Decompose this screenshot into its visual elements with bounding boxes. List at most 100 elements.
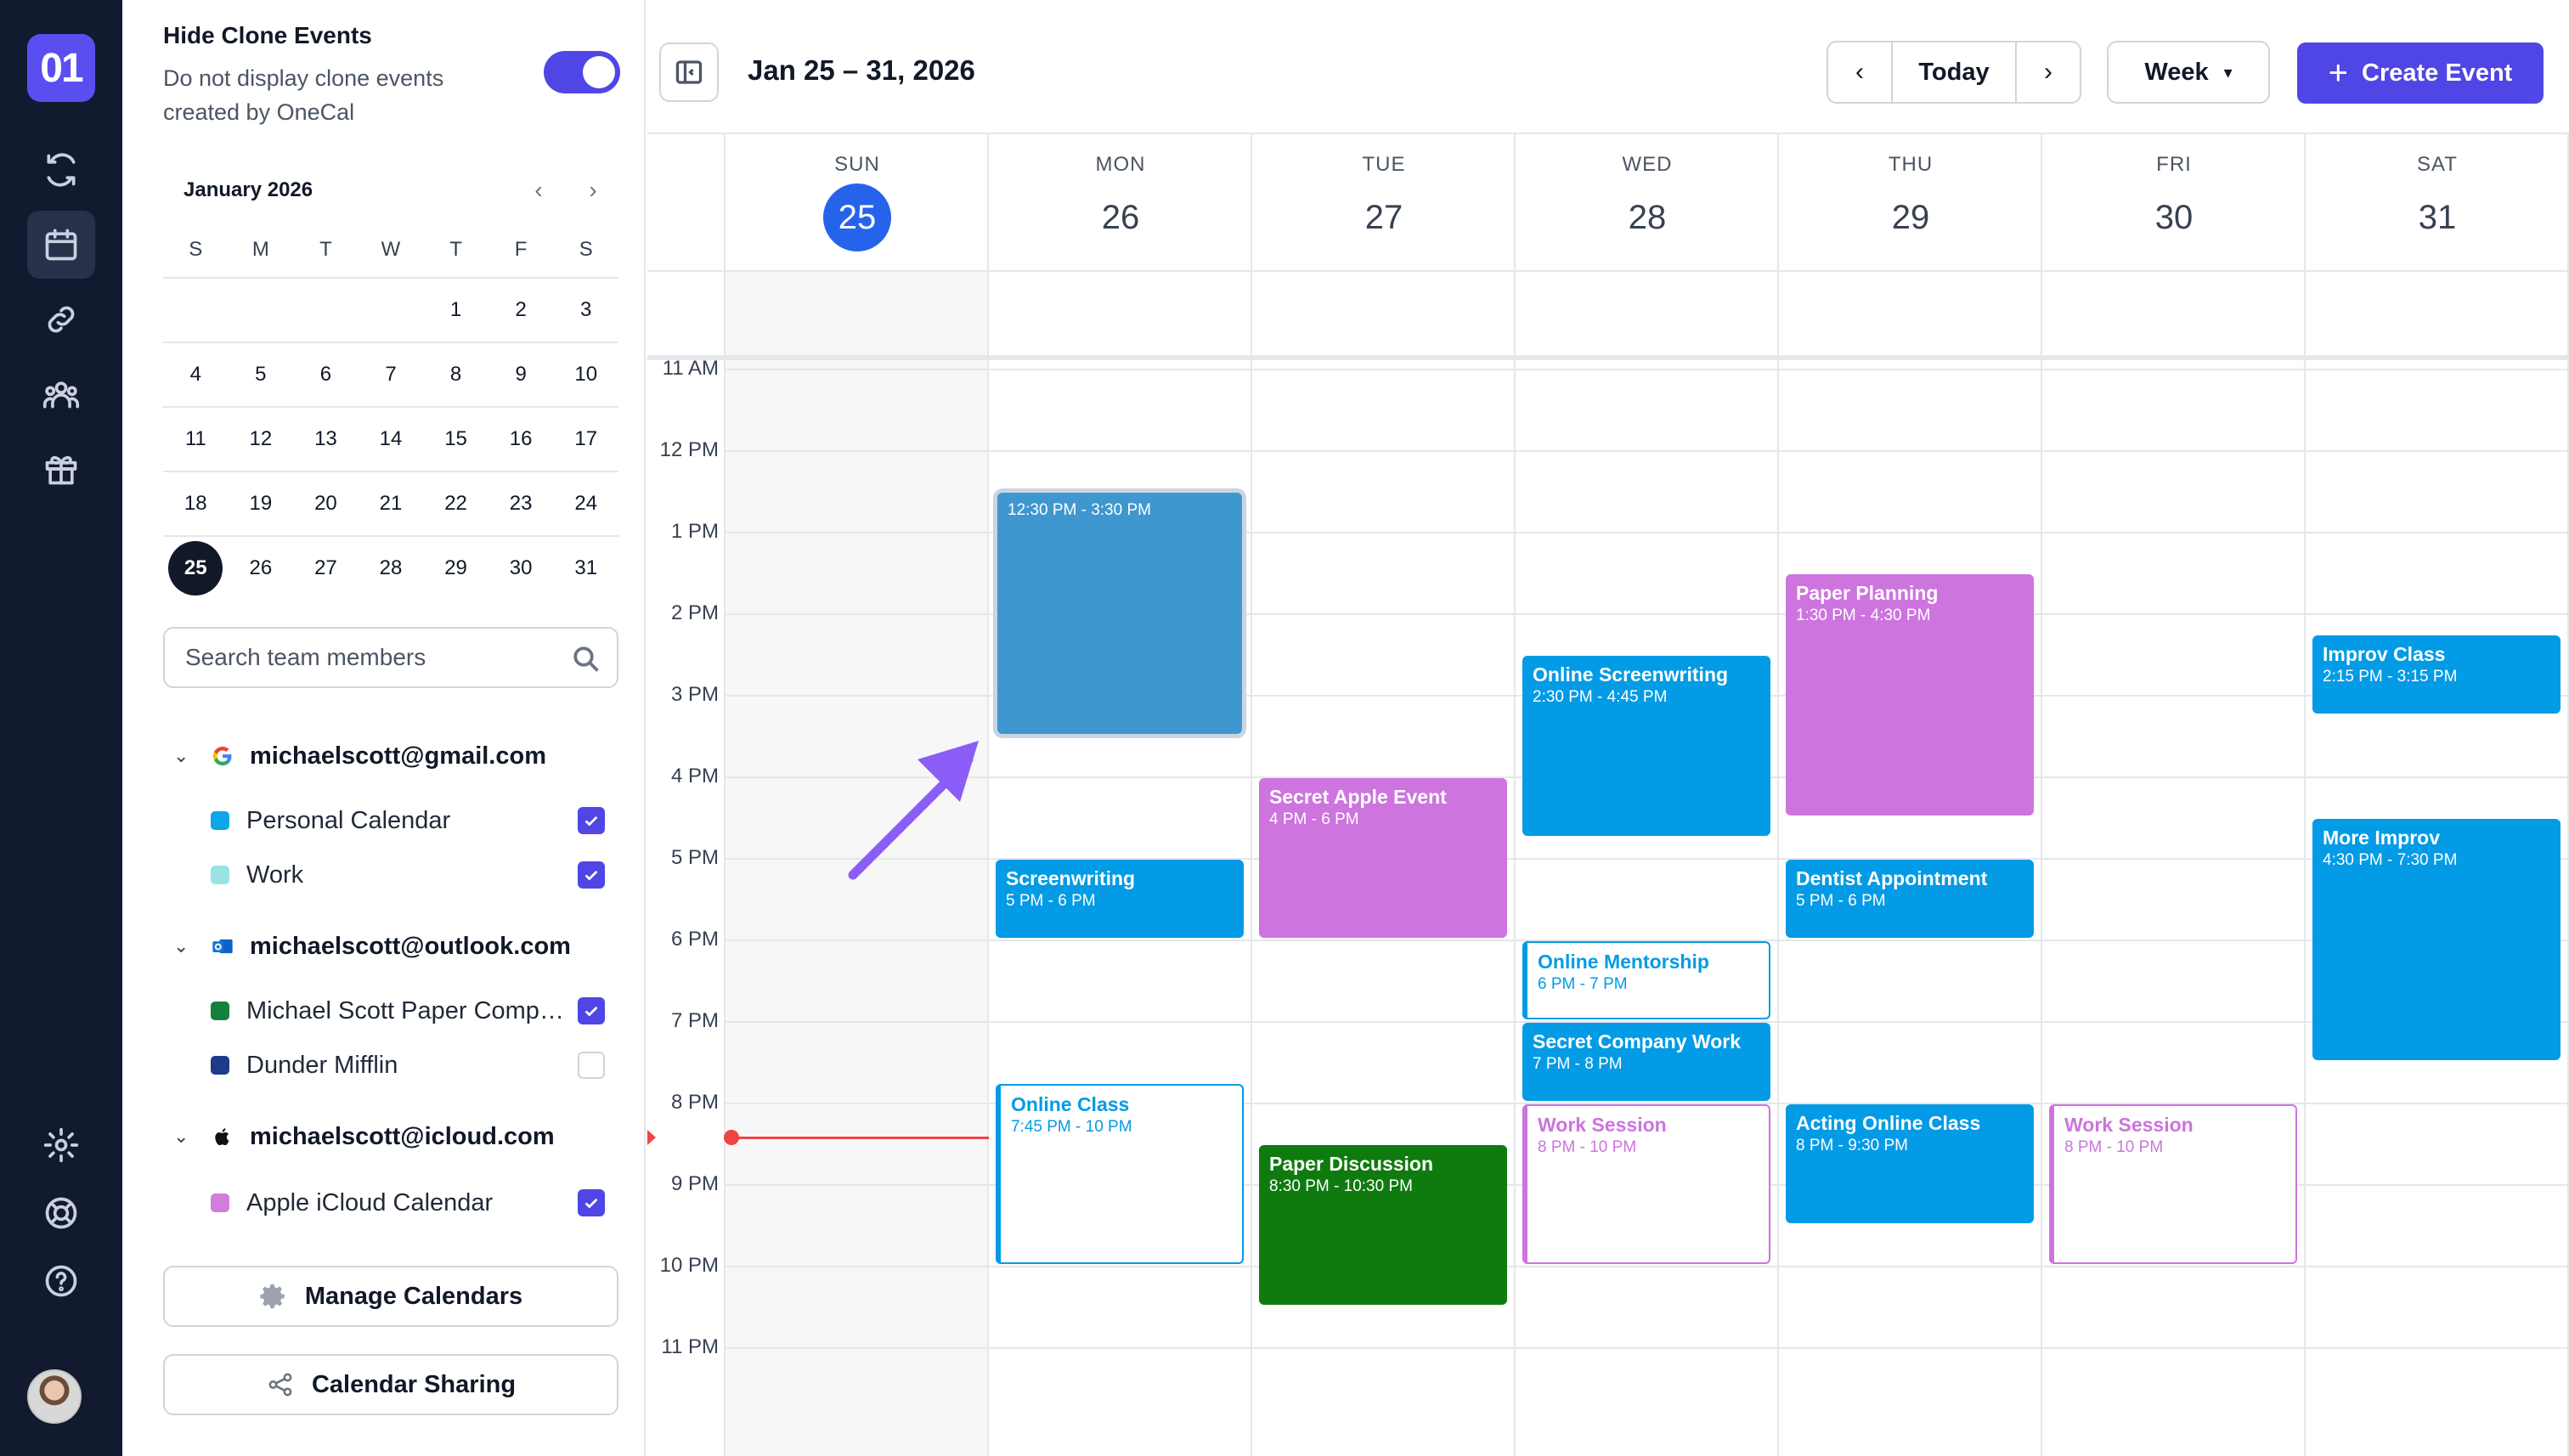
mini-calendar-day[interactable]: 26 — [229, 537, 294, 600]
settings-nav-button[interactable] — [27, 1111, 95, 1179]
mini-calendar-day[interactable]: 21 — [359, 472, 424, 535]
mini-calendar-day[interactable]: 17 — [553, 408, 618, 471]
event-title: Dentist Appointment — [1796, 867, 1988, 889]
chevron-down-icon[interactable]: ⌄ — [173, 1126, 200, 1148]
calendar-event[interactable]: Secret Company Work 7 PM - 8 PM — [1522, 1023, 1770, 1101]
calendar-checkbox[interactable] — [578, 861, 605, 889]
event-time: 2:15 PM - 3:15 PM — [2323, 668, 2458, 686]
mini-calendar-day[interactable]: 24 — [553, 472, 618, 535]
team-nav-button[interactable] — [27, 360, 95, 428]
today-button[interactable]: Today — [1891, 42, 2017, 102]
calendar-checkbox[interactable] — [578, 807, 605, 834]
calendar-item: Work — [211, 856, 618, 894]
mini-calendar-day[interactable]: 30 — [488, 537, 554, 600]
calendar-event[interactable]: 12:30 PM - 3:30 PM — [997, 493, 1242, 734]
account-header[interactable]: ⌄ michaelscott@outlook.com — [173, 928, 571, 965]
calendar-checkbox[interactable] — [578, 1052, 605, 1079]
mini-calendar-day[interactable]: 10 — [553, 343, 618, 406]
calendar-event[interactable]: Improv Class 2:15 PM - 3:15 PM — [2312, 635, 2561, 714]
create-event-label: Create Event — [2362, 59, 2513, 87]
calendar-event[interactable]: Online Class 7:45 PM - 10 PM — [996, 1084, 1244, 1264]
day-header[interactable]: FRI 30 — [2042, 134, 2306, 272]
support-nav-button[interactable] — [27, 1179, 95, 1247]
mini-calendar-day[interactable]: 13 — [293, 408, 359, 471]
gift-icon — [45, 455, 77, 485]
calendar-event[interactable]: Acting Online Class 8 PM - 9:30 PM — [1786, 1104, 2034, 1223]
mini-calendar-day[interactable]: 6 — [293, 343, 359, 406]
toggle-sidebar-button[interactable] — [659, 42, 719, 102]
help-nav-button[interactable] — [27, 1247, 95, 1315]
chevron-down-icon[interactable]: ⌄ — [173, 935, 200, 957]
mini-calendar-day[interactable]: 5 — [229, 343, 294, 406]
calendar-event[interactable]: Work Session 8 PM - 10 PM — [1522, 1104, 1770, 1264]
day-header[interactable]: THU 29 — [1779, 134, 2042, 272]
chevron-down-icon[interactable]: ⌄ — [173, 745, 200, 767]
mini-calendar-day[interactable]: 11 — [163, 408, 229, 471]
mini-calendar-day[interactable]: 1 — [423, 279, 488, 341]
day-of-week: TUE — [1362, 153, 1406, 176]
mini-calendar-day[interactable]: 27 — [293, 537, 359, 600]
calendar-sharing-button[interactable]: Calendar Sharing — [163, 1354, 618, 1415]
mini-calendar-day[interactable]: 23 — [488, 472, 554, 535]
next-week-button[interactable]: › — [2017, 42, 2080, 102]
mini-calendar-day[interactable]: 22 — [423, 472, 488, 535]
mini-calendar-day[interactable]: 18 — [163, 472, 229, 535]
calendar-checkbox[interactable] — [578, 997, 605, 1024]
calendar-event[interactable]: Online Screenwriting 2:30 PM - 4:45 PM — [1522, 656, 1770, 836]
calendar-nav-button[interactable] — [27, 211, 95, 279]
previous-week-button[interactable]: ‹ — [1828, 42, 1891, 102]
mini-calendar-day[interactable]: 12 — [229, 408, 294, 471]
hour-label: 7 PM — [670, 1009, 719, 1032]
create-event-button[interactable]: + Create Event — [2297, 42, 2544, 104]
day-header[interactable]: WED 28 — [1516, 134, 1779, 272]
mini-calendar-day[interactable]: 20 — [293, 472, 359, 535]
mini-calendar-day[interactable]: 14 — [359, 408, 424, 471]
mini-calendar-day[interactable]: 8 — [423, 343, 488, 406]
hour-label: 4 PM — [670, 765, 719, 787]
mini-calendar-day[interactable]: 9 — [488, 343, 554, 406]
calendar-event[interactable]: Work Session 8 PM - 10 PM — [2049, 1104, 2297, 1264]
app-logo[interactable]: 01 — [27, 34, 95, 102]
mini-calendar-day[interactable]: 29 — [423, 537, 488, 600]
mini-calendar-day[interactable]: 16 — [488, 408, 554, 471]
calendar-checkbox[interactable] — [578, 1189, 605, 1216]
view-select[interactable]: Week ▾ — [2107, 41, 2270, 104]
search-box — [163, 627, 618, 688]
hide-clone-toggle[interactable] — [544, 51, 620, 93]
event-title: Paper Planning — [1796, 582, 1939, 604]
mini-calendar-day[interactable]: 25 — [163, 537, 229, 600]
calendar-event[interactable]: Screenwriting 5 PM - 6 PM — [996, 860, 1244, 938]
search-icon[interactable] — [571, 644, 601, 674]
mini-calendar-day[interactable]: 2 — [488, 279, 554, 341]
account-header[interactable]: ⌄ michaelscott@icloud.com — [173, 1118, 555, 1155]
mini-calendar-day[interactable]: 19 — [229, 472, 294, 535]
mini-calendar-day — [359, 279, 424, 341]
calendar-event[interactable]: Dentist Appointment 5 PM - 6 PM — [1786, 860, 2034, 938]
search-input[interactable] — [185, 629, 559, 686]
mini-calendar-prev-button[interactable]: ‹ — [523, 175, 554, 206]
manage-calendars-button[interactable]: Manage Calendars — [163, 1266, 618, 1327]
calendar-event[interactable]: Secret Apple Event 4 PM - 6 PM — [1259, 778, 1507, 938]
account-header[interactable]: ⌄ michaelscott@gmail.com — [173, 737, 546, 775]
avatar[interactable] — [27, 1369, 82, 1424]
gift-nav-button[interactable] — [27, 435, 95, 503]
mini-calendar-day[interactable]: 3 — [553, 279, 618, 341]
sync-nav-button[interactable] — [27, 136, 95, 204]
help-icon — [45, 1265, 77, 1297]
mini-calendar-next-button[interactable]: › — [578, 175, 608, 206]
mini-calendar-day[interactable]: 7 — [359, 343, 424, 406]
calendar-event[interactable]: More Improv 4:30 PM - 7:30 PM — [2312, 819, 2561, 1060]
calendar-event[interactable]: Online Mentorship 6 PM - 7 PM — [1522, 941, 1770, 1019]
mini-calendar-day[interactable]: 4 — [163, 343, 229, 406]
mini-calendar-day[interactable]: 31 — [553, 537, 618, 600]
lifebuoy-icon — [45, 1197, 77, 1229]
calendar-event[interactable]: Paper Discussion 8:30 PM - 10:30 PM — [1259, 1145, 1507, 1305]
day-header[interactable]: SAT 31 — [2306, 134, 2569, 272]
links-nav-button[interactable] — [27, 285, 95, 353]
calendar-event[interactable]: Paper Planning 1:30 PM - 4:30 PM — [1786, 574, 2034, 815]
mini-calendar-day[interactable]: 15 — [423, 408, 488, 471]
day-header[interactable]: SUN 25 — [726, 134, 989, 272]
day-header[interactable]: TUE 27 — [1252, 134, 1516, 272]
mini-calendar-day[interactable]: 28 — [359, 537, 424, 600]
day-header[interactable]: MON 26 — [989, 134, 1252, 272]
